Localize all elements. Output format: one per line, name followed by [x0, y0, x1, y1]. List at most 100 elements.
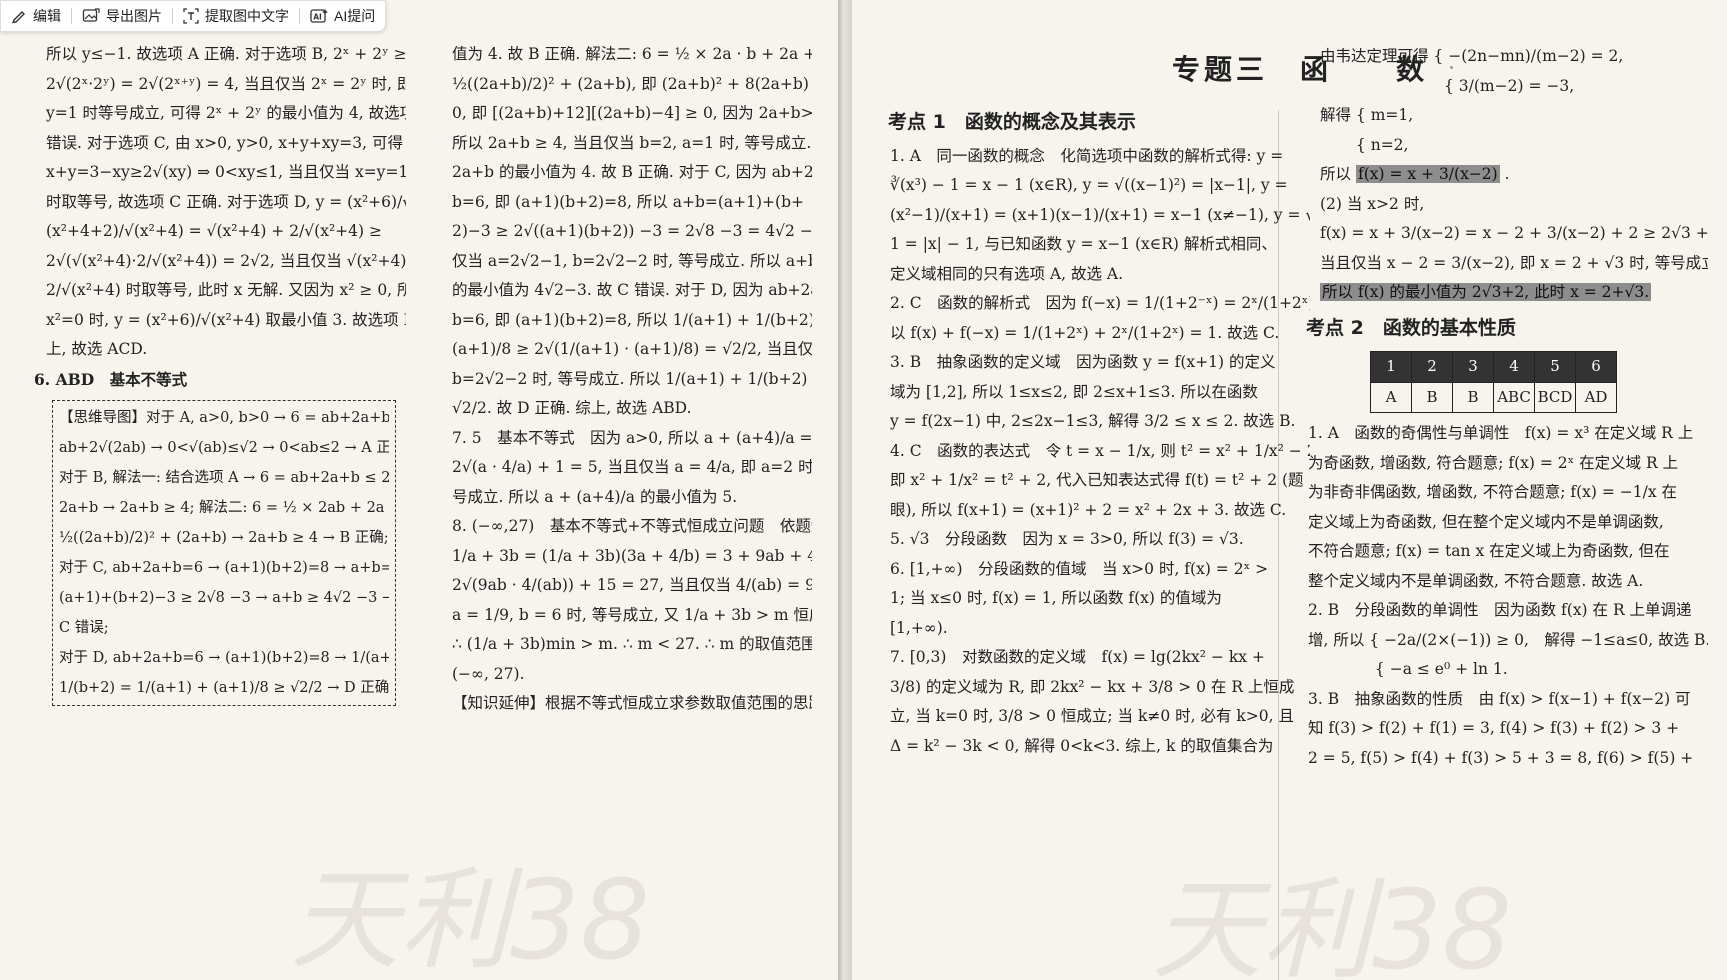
answer-value-cell: B: [1452, 381, 1494, 413]
answer-value-cell: ABC: [1493, 381, 1535, 413]
mind-map-box: 【思维导图】对于 A, a>0, b>0 → 6 = ab+2a+b ≥ ab+2…: [52, 400, 396, 706]
text-line: b=2√2−2 时, 等号成立. 所以 1/(a+1) + 1/(b+2) 的最…: [452, 369, 812, 388]
answer-number-cell: 1: [1370, 351, 1412, 383]
ai-icon: AI: [310, 9, 328, 23]
solution-text-q6-q8: 值为 4. 故 B 正确. 解法二: 6 = ½ × 2a · b + 2a +…: [452, 40, 812, 719]
answer-number-cell: 3: [1452, 351, 1494, 383]
text-line: 2√(2ˣ·2ʸ) = 2√(2ˣ⁺ʸ) = 4, 当且仅当 2ˣ = 2ʸ 时…: [46, 74, 406, 93]
text-line: 所以 2a+b ≥ 4, 当且仅当 b=2, a=1 时, 等号成立. 所以: [452, 133, 812, 152]
text-line: 仅当 a=2√2−1, b=2√2−2 时, 等号成立. 所以 a+b: [452, 251, 812, 270]
text-line: Δ = k² − 3k < 0, 解得 0<k<3. 综上, k 的取值集合为: [890, 736, 1274, 755]
text-line: ∛(x³) − 1 = x − 1 (x∈R), y = √((x−1)²) =…: [890, 176, 1288, 194]
text-scan-icon: [183, 8, 199, 24]
mind-map-line: C 错误;: [59, 620, 109, 636]
text-line: 1. A 同一函数的概念 化简选项中函数的解析式得: y =: [890, 146, 1284, 165]
text-line: 整个定义域内不是单调函数, 不符合题意. 故选 A.: [1308, 571, 1644, 590]
extract-text-button[interactable]: 提取图中文字: [173, 1, 299, 31]
answer-value-cell: A: [1370, 381, 1412, 413]
text-line: 立, 当 k=0 时, 3/8 > 0 恒成立; 当 k≠0 时, 必有 k>0…: [890, 707, 1294, 725]
text-line: (2) 当 x>2 时,: [1320, 194, 1425, 213]
text-line: 增, 所以 { −2a/(2×(−1)) ≥ 0, 解得 −1≤a≤0, 故选 …: [1308, 630, 1708, 649]
minimum-highlight: 所以 f(x) 的最小值为 2√3+2, 此时 x = 2+√3.: [1320, 283, 1652, 301]
text-line: { −a ≤ e⁰ + ln 1.: [1308, 660, 1508, 678]
text-line: 2/√(x²+4) 时取等号, 此时 x 无解. 又因为 x² ≥ 0, 所以当: [46, 281, 406, 299]
mind-map-line: 对于 C, ab+2a+b=6 → (a+1)(b+2)=8 → a+b=: [59, 560, 389, 576]
answer-table: 123456 A B B ABC BCD AD: [1370, 351, 1617, 413]
right-column-2: 由韦达定理可得 { −(2n−mn)/(m−2) = 2, { 3/(m−2) …: [1306, 42, 1708, 773]
watermark: 天利38: [1152, 866, 1512, 980]
text-line: (x²−1)/(x+1) = (x+1)(x−1)/(x+1) = x−1 (x…: [890, 205, 1310, 224]
image-export-icon: [82, 8, 100, 22]
text-line: √2/2. 故 D 正确. 综上, 故选 ABD.: [452, 399, 692, 417]
text-line: 号成立. 所以 a + (a+4)/a 的最小值为 5.: [452, 487, 738, 506]
text-line: 7. [0,3) 对数函数的定义域 f(x) = lg(2kx² − kx +: [890, 648, 1265, 666]
text-line: 3. B 抽象函数的性质 由 f(x) > f(x−1) + f(x−2) 可: [1308, 689, 1691, 708]
left-page: 天利38 所以 y≤−1. 故选项 A 正确. 对于选项 B, 2ˣ + 2ʸ …: [0, 0, 838, 980]
text-line: (−∞, 27).: [452, 664, 525, 683]
text-line: 为奇函数, 增函数, 符合题意; f(x) = 2ˣ 在定义域 R 上: [1308, 453, 1679, 472]
text-line: 定义域上为奇函数, 但在整个定义域内不是单调函数,: [1308, 512, 1664, 531]
edit-label: 编辑: [33, 8, 61, 24]
text-line: ½((2a+b)/2)² + (2a+b), 即 (2a+b)² + 8(2a+…: [452, 74, 812, 93]
text-line: 7. 5 基本不等式 因为 a>0, 所以 a + (a+4)/a = a + …: [452, 428, 812, 447]
edit-button[interactable]: 编辑: [1, 1, 71, 31]
text-line: 3. B 抽象函数的定义域 因为函数 y = f(x+1) 的定义: [890, 353, 1276, 371]
mind-map-line: ½((2a+b)/2)² + (2a+b) → 2a+b ≥ 4 → B 正确;: [59, 530, 389, 546]
left-column-1: 所以 y≤−1. 故选项 A 正确. 对于选项 B, 2ˣ + 2ʸ ≥ 2√(2…: [34, 40, 406, 706]
text-line: 知 f(3) > f(2) + f(1) = 3, f(4) > f(3) + …: [1308, 719, 1680, 737]
answer-value-cell: BCD: [1534, 381, 1576, 413]
text-line: 由韦达定理可得 { −(2n−mn)/(m−2) = 2,: [1320, 47, 1624, 65]
result-line: 所以 f(x) = x + 3/(x−2) .: [1320, 160, 1708, 190]
text-line: 1 = |x| − 1, 与已知函数 y = x−1 (x∈R) 解析式相同、: [890, 235, 1277, 253]
answer-value-cell: AD: [1575, 381, 1617, 413]
mind-map-line: 对于 D, ab+2a+b=6 → (a+1)(b+2)=8 → 1/(a+1)…: [59, 650, 389, 666]
ai-ask-button[interactable]: AI AI提问: [300, 1, 385, 31]
text-line: 0, 即 [(2a+b)+12][(2a+b)−4] ≥ 0, 因为 2a+b>…: [452, 104, 812, 122]
text-line: 域为 [1,2], 所以 1≤x≤2, 即 2≤x+1≤3. 所以在函数: [890, 382, 1258, 401]
text-line: a = 1/9, b = 6 时, 等号成立, 又 1/a + 3b > m 恒…: [452, 605, 812, 624]
text-line: 的最小值为 4√2−3. 故 C 错误. 对于 D, 因为 ab+2a+: [452, 281, 812, 299]
text-line: y=1 时等号成立, 可得 2ˣ + 2ʸ 的最小值为 4, 故选项 B: [46, 104, 406, 122]
mind-map-line: 对于 B, 解法一: 结合选项 A → 6 = ab+2a+b ≤ 2+: [59, 470, 389, 486]
text-line: 5. √3 分段函数 因为 x = 3>0, 所以 f(3) = √3.: [890, 530, 1244, 548]
export-image-button[interactable]: 导出图片: [72, 1, 172, 31]
text-line: 定义域相同的只有选项 A, 故选 A.: [890, 264, 1124, 283]
text-line: y = f(2x−1) 中, 2≤2x−1≤3, 解得 3/2 ≤ x ≤ 2.…: [890, 412, 1296, 430]
text-line: [1,+∞).: [890, 618, 948, 637]
image-toolbar: 编辑 导出图片 提取图中文字 AI AI提问: [0, 0, 387, 32]
text-line: 值为 4. 故 B 正确. 解法二: 6 = ½ × 2a · b + 2a +…: [452, 45, 812, 63]
result-highlight: f(x) = x + 3/(x−2): [1355, 165, 1500, 183]
text-line: 2 = 5, f(5) > f(4) + f(3) > 5 + 3 = 8, f…: [1308, 748, 1694, 767]
text-line: 为非奇非偶函数, 增函数, 不符合题意; f(x) = −1/x 在: [1308, 483, 1678, 501]
export-label: 导出图片: [106, 8, 162, 24]
mind-map-line: (a+1)+(b+2)−3 ≥ 2√8 −3 → a+b ≥ 4√2 −3 →: [59, 590, 389, 606]
answer-number-cell: 4: [1493, 351, 1535, 383]
text-line: 2. C 函数的解析式 因为 f(−x) = 1/(1+2⁻ˣ) = 2ˣ/(1…: [890, 294, 1310, 312]
text-line: b=6, 即 (a+1)(b+2)=8, 所以 a+b=(a+1)+(b+: [452, 192, 804, 211]
book-spine: [838, 0, 852, 980]
left-column-2: 值为 4. 故 B 正确. 解法二: 6 = ½ × 2a · b + 2a +…: [452, 40, 812, 719]
text-line: 3/8) 的定义域为 R, 即 2kx² − kx + 3/8 > 0 在 R …: [890, 677, 1295, 696]
mind-map-line: 1/(b+2) = 1/(a+1) + (a+1)/8 ≥ √2/2 → D 正…: [59, 680, 389, 696]
section-heading-1: 考点 1 函数的概念及其表示: [888, 111, 1136, 133]
text-line: 2√(√(x²+4)·2/√(x²+4)) = 2√2, 当且仅当 √(x²+4…: [46, 251, 406, 270]
solution-text-q5: 所以 y≤−1. 故选项 A 正确. 对于选项 B, 2ˣ + 2ʸ ≥ 2√(2…: [46, 40, 406, 365]
text-line: f(x) = x + 3/(x−2) = x − 2 + 3/(x−2) + 2…: [1320, 224, 1708, 242]
text-line: { n=2,: [1320, 135, 1409, 154]
answer-number-cell: 5: [1534, 351, 1576, 383]
section2-solutions: 1. A 函数的奇偶性与单调性 f(x) = x³ 在定义域 R 上为奇函数, …: [1308, 419, 1708, 773]
text-line: ∴ (1/a + 3b)min > m. ∴ m < 27. ∴ m 的取值范围…: [452, 635, 812, 653]
text-line: 6. [1,+∞) 分段函数的值域 当 x>0 时, f(x) = 2ˣ >: [890, 559, 1269, 578]
pencil-icon: [11, 11, 25, 24]
part-2-solution: (2) 当 x>2 时, f(x) = x + 3/(x−2) = x − 2 +…: [1320, 190, 1708, 279]
answer-table-numbers: 123456: [1370, 351, 1617, 383]
text-line: 不符合题意; f(x) = tan x 在定义域上为奇函数, 但在: [1308, 542, 1670, 560]
text-line: 错误. 对于选项 C, 由 x>0, y>0, x+y+xy=3, 可得: [46, 133, 403, 152]
answer-value-cell: B: [1411, 381, 1453, 413]
text-line: 上, 故选 ACD.: [46, 340, 148, 358]
text-line: 2√(a · 4/a) + 1 = 5, 当且仅当 a = 4/a, 即 a=2…: [452, 458, 812, 476]
mind-map-line: 【思维导图】对于 A, a>0, b>0 → 6 = ab+2a+b ≥: [59, 410, 389, 426]
vieta-system: 由韦达定理可得 { −(2n−mn)/(m−2) = 2, { 3/(m−2) …: [1320, 42, 1708, 160]
answer-number-cell: 6: [1575, 351, 1617, 383]
text-line: 眼), 所以 f(x+1) = (x+1)² + 2 = x² + 2x + 3…: [890, 500, 1287, 519]
